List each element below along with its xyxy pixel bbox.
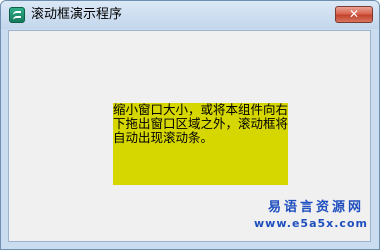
client-area: 缩小窗口大小，或将本组件向右下拖出窗口区域之外，滚动框将自动出现滚动条。 易语言… <box>8 30 371 242</box>
window-title: 滚动框演示程序 <box>31 7 123 22</box>
watermark-url: www.e5a5x.com <box>254 217 368 230</box>
app-icon <box>9 7 25 23</box>
close-icon: ✕ <box>348 7 360 21</box>
close-button[interactable]: ✕ <box>335 6 373 23</box>
scroll-box-panel[interactable]: 缩小窗口大小，或将本组件向右下拖出窗口区域之外，滚动框将自动出现滚动条。 <box>113 103 288 185</box>
watermark-site-name: 易语言资源网 <box>267 200 364 215</box>
watermark: 易语言资源网 www.e5a5x.com <box>254 199 368 235</box>
app-window: 滚动框演示程序 ✕ 缩小窗口大小，或将本组件向右下拖出窗口区域之外，滚动框将自动… <box>0 0 380 250</box>
title-bar[interactable]: 滚动框演示程序 ✕ <box>1 1 379 29</box>
panel-instructions: 缩小窗口大小，或将本组件向右下拖出窗口区域之外，滚动框将自动出现滚动条。 <box>113 102 289 145</box>
